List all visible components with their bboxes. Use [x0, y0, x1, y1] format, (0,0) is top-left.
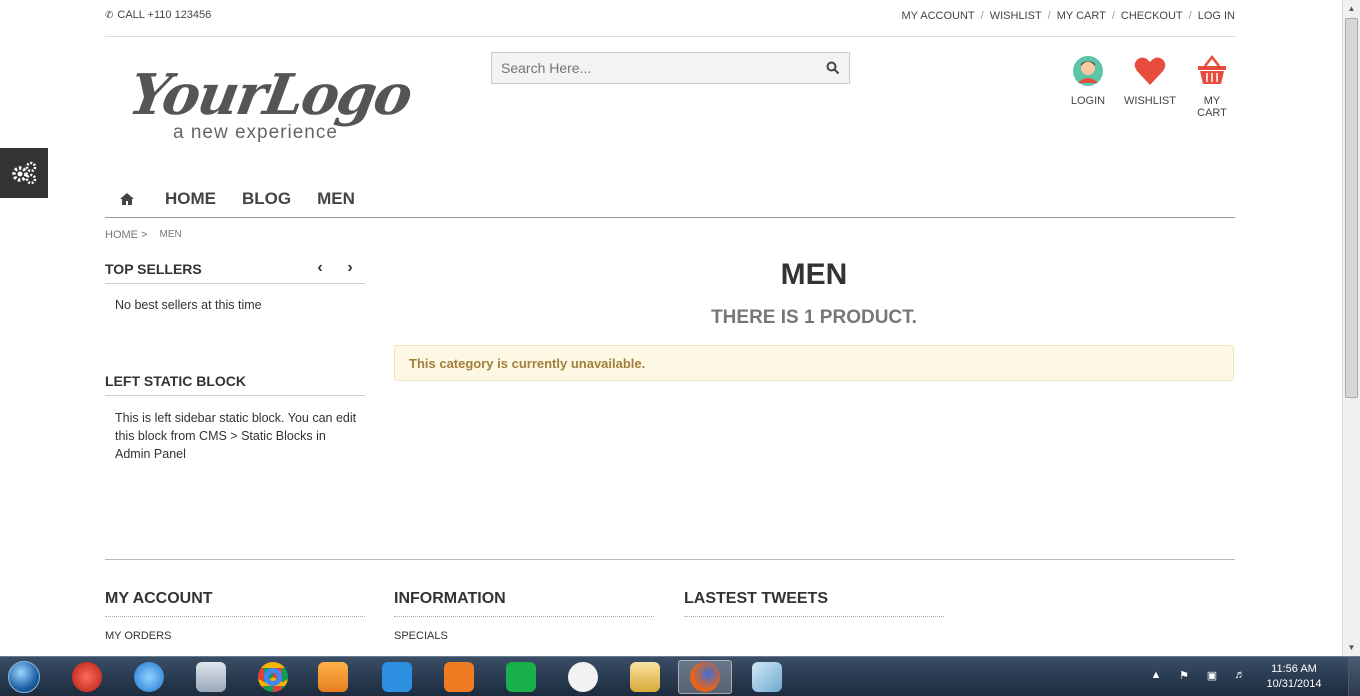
google-talk-icon: [568, 662, 598, 692]
checkout-link[interactable]: CHECKOUT: [1121, 10, 1183, 22]
phone-icon: ✆: [105, 9, 114, 21]
logo-script: YourLogo: [124, 62, 416, 128]
windows-orb-icon: [8, 661, 40, 693]
left-static-block-title: LEFT STATIC BLOCK: [105, 373, 365, 396]
main-nav: HOME BLOG MEN: [105, 180, 1235, 218]
product-count: THERE IS 1 PRODUCT.: [711, 307, 917, 328]
logo-tagline: a new experience: [173, 122, 338, 143]
taskbar-calculator[interactable]: [184, 660, 238, 694]
wishlist-label: WISHLIST: [1124, 95, 1176, 107]
taskbar-google-talk[interactable]: [556, 660, 610, 694]
separator: /: [1188, 10, 1192, 22]
login-button[interactable]: LOGIN: [1068, 54, 1108, 107]
clock-time: 11:56 AM: [1271, 663, 1317, 675]
footer-information: INFORMATION SPECIALS: [394, 590, 654, 642]
separator: /: [1111, 10, 1115, 22]
footer-specials-link[interactable]: SPECIALS: [394, 630, 654, 642]
calculator-icon: [196, 662, 226, 692]
top-sellers-text: No best sellers at this time: [115, 298, 262, 312]
cart-label: MY CART: [1197, 95, 1227, 119]
scroll-down-arrow-icon[interactable]: ▼: [1343, 639, 1360, 656]
user-avatar-icon: [1073, 56, 1103, 86]
top-links: MY ACCOUNT / WISHLIST / MY CART / CHECKO…: [902, 10, 1235, 22]
taskbar-firefox[interactable]: [678, 660, 732, 694]
media-player-icon: [318, 662, 348, 692]
breadcrumb-home[interactable]: HOME >: [105, 229, 147, 241]
left-static-block-text: This is left sidebar static block. You c…: [115, 411, 357, 461]
call-info: ✆ CALL +110 123456: [105, 9, 211, 21]
folder-icon: [630, 662, 660, 692]
top-sellers-arrows: ‹ ›: [312, 259, 358, 277]
footer-my-account: MY ACCOUNT MY ORDERS: [105, 590, 365, 642]
vertical-scrollbar[interactable]: ▲ ▼: [1342, 0, 1360, 656]
home-icon: [120, 192, 134, 205]
footer-information-title: INFORMATION: [394, 590, 654, 617]
login-label: LOGIN: [1070, 95, 1106, 107]
footer-my-account-title: MY ACCOUNT: [105, 590, 365, 617]
taskbar-presentation[interactable]: [432, 660, 486, 694]
footer-my-orders-link[interactable]: MY ORDERS: [105, 630, 365, 642]
network-icon[interactable]: ▣: [1203, 669, 1221, 685]
gears-icon: [12, 161, 37, 185]
app-icon: [72, 662, 102, 692]
nav-home[interactable]: HOME: [165, 189, 216, 209]
top-bar: ✆ CALL +110 123456 MY ACCOUNT / WISHLIST…: [105, 0, 1235, 37]
taskbar-file-explorer[interactable]: [618, 660, 672, 694]
search-icon[interactable]: [826, 61, 840, 75]
footer-tweets: LASTEST TWEETS: [684, 590, 944, 617]
web-page: ✆ CALL +110 123456 MY ACCOUNT / WISHLIST…: [0, 0, 1342, 656]
system-tray: ▲ ⚑ ▣ ♬ 11:56 AM 10/31/2014: [1142, 657, 1360, 696]
login-link[interactable]: LOG IN: [1198, 10, 1235, 22]
cart-button[interactable]: MY CART: [1188, 54, 1236, 119]
presentation-icon: [444, 662, 474, 692]
taskbar-app-red[interactable]: [60, 660, 114, 694]
footer-divider: [105, 559, 1235, 560]
show-hidden-icons-icon[interactable]: ▲: [1147, 669, 1165, 685]
search-box: [491, 52, 850, 84]
start-button[interactable]: [4, 659, 44, 695]
footer-tweets-title: LASTEST TWEETS: [684, 590, 944, 617]
clock-date: 10/31/2014: [1266, 678, 1322, 690]
separator: /: [1047, 10, 1051, 22]
taskbar-spreadsheet[interactable]: [494, 660, 548, 694]
scroll-up-arrow-icon[interactable]: ▲: [1343, 0, 1360, 17]
breadcrumb: HOME > MEN: [105, 229, 182, 241]
chevron-right-icon[interactable]: ›: [342, 259, 358, 277]
action-center-flag-icon[interactable]: ⚑: [1175, 669, 1193, 685]
notepad-icon: [752, 662, 782, 692]
nav-home-icon-link[interactable]: [105, 192, 149, 206]
writer-icon: [382, 662, 412, 692]
category-alert: This category is currently unavailable.: [394, 345, 1234, 381]
site-logo[interactable]: YourLogo a new experience: [124, 62, 420, 152]
taskbar-chrome[interactable]: [246, 660, 300, 694]
heart-icon: [1134, 57, 1166, 85]
my-cart-link[interactable]: MY CART: [1057, 10, 1106, 22]
wishlist-link[interactable]: WISHLIST: [990, 10, 1042, 22]
nav-blog[interactable]: BLOG: [242, 189, 291, 209]
taskbar-writer[interactable]: [370, 660, 424, 694]
call-text: CALL +110 123456: [117, 9, 212, 21]
breadcrumb-current: MEN: [159, 229, 182, 240]
page-title: MEN: [780, 258, 848, 291]
settings-tab[interactable]: [0, 148, 48, 198]
my-account-link[interactable]: MY ACCOUNT: [902, 10, 975, 22]
basket-icon: [1198, 54, 1226, 84]
separator: /: [980, 10, 984, 22]
volume-icon[interactable]: ♬: [1231, 669, 1249, 685]
internet-explorer-icon: [134, 662, 164, 692]
taskbar-notepad[interactable]: [740, 660, 794, 694]
windows-taskbar: ▲ ⚑ ▣ ♬ 11:56 AM 10/31/2014: [0, 656, 1360, 696]
clock[interactable]: 11:56 AM 10/31/2014: [1254, 662, 1334, 692]
taskbar-media-player[interactable]: [306, 660, 360, 694]
wishlist-button[interactable]: WISHLIST: [1124, 54, 1176, 107]
search-input[interactable]: [492, 60, 812, 76]
scroll-thumb[interactable]: [1345, 18, 1358, 398]
chevron-left-icon[interactable]: ‹: [312, 259, 328, 277]
taskbar-ie[interactable]: [122, 660, 176, 694]
spreadsheet-icon: [506, 662, 536, 692]
chrome-icon: [258, 662, 288, 692]
firefox-icon: [690, 662, 720, 692]
nav-men[interactable]: MEN: [317, 189, 355, 209]
show-desktop-button[interactable]: [1348, 657, 1360, 696]
